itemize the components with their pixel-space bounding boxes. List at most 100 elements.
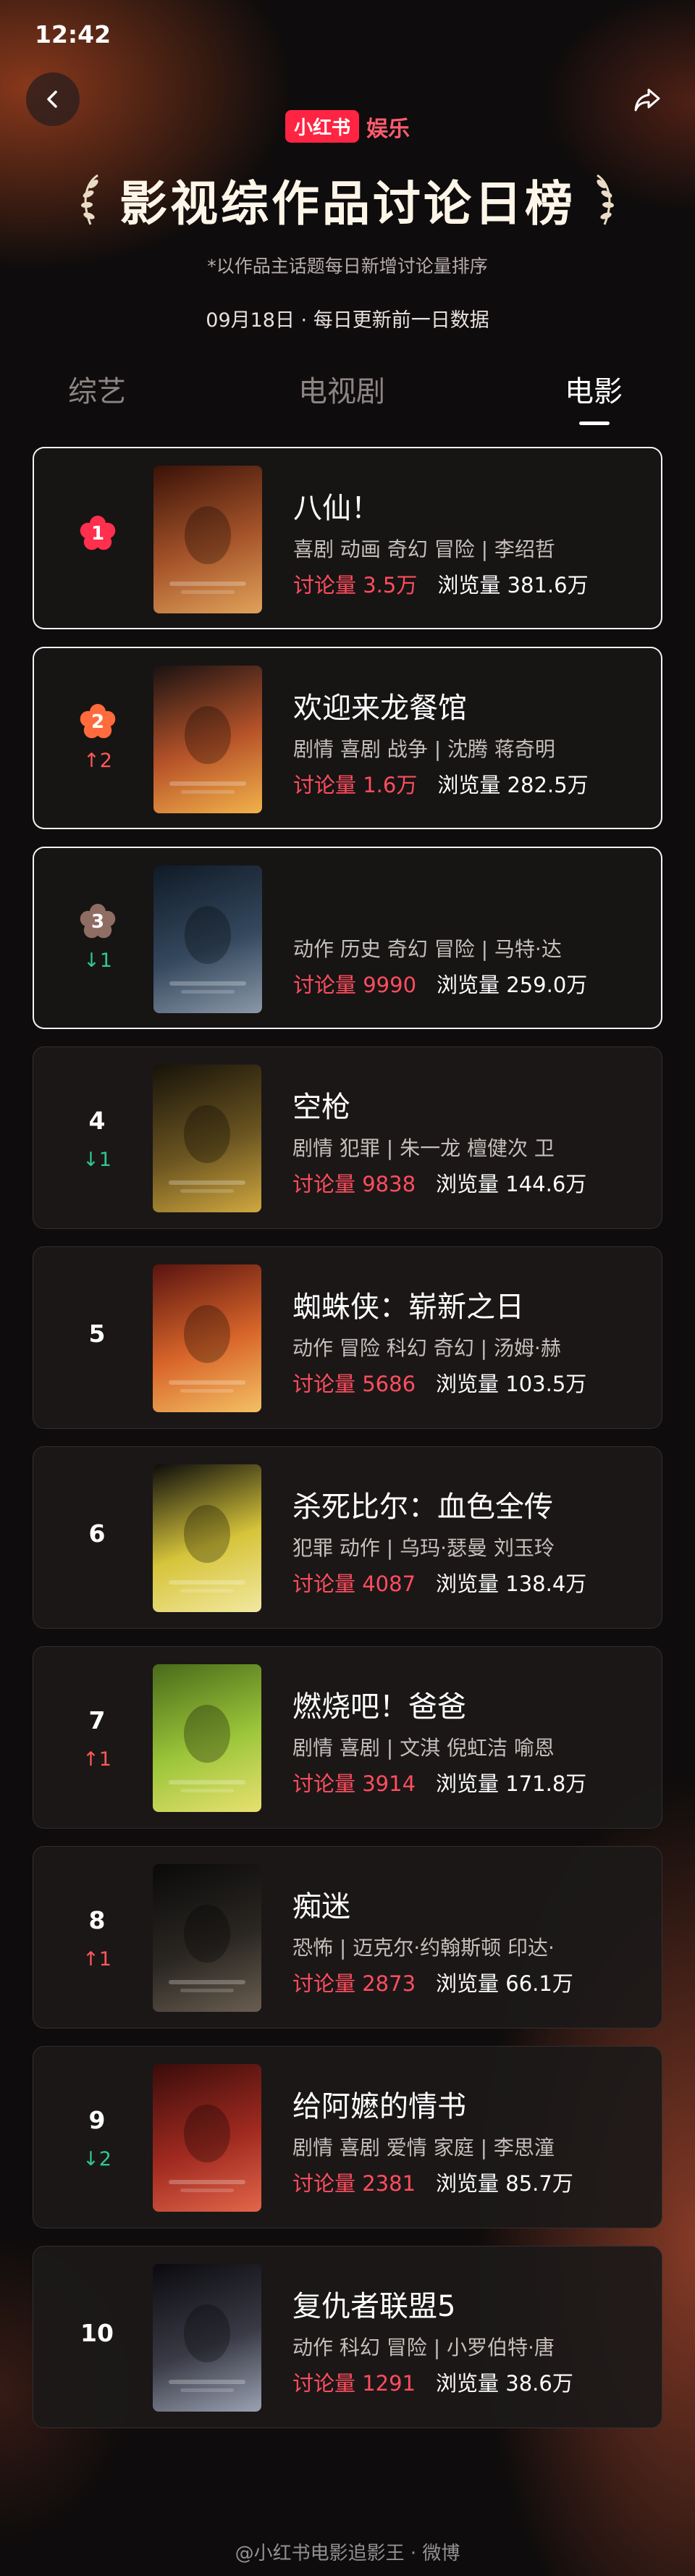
rank-number: 6 [88, 1519, 106, 1548]
movie-poster[interactable] [153, 1664, 261, 1812]
subtitle: *以作品主话题每日新增讨论量排序 [207, 256, 488, 277]
ranking-card[interactable]: 5 蜘蛛侠：崭新之日动作 冒险 科幻 奇幻 | 汤姆·赫 讨论量 5686 浏览量 1… [33, 1246, 662, 1429]
movie-poster[interactable] [153, 1864, 261, 2012]
movie-info: 杀死比尔：血色全传 犯罪 动作 | 乌玛·瑟曼 刘玉玲 讨论量 4087 浏览量 13… [292, 1447, 640, 1628]
discussion-count: 讨论量 4087 [292, 1572, 416, 1596]
rank-number: 9 [88, 2106, 106, 2134]
view-count: 浏览量 381.6万 [437, 573, 589, 597]
title-row: 影视综作品讨论日榜 [0, 165, 695, 235]
discussion-count: 讨论量 3914 [292, 1771, 416, 1796]
movie-title: 八仙！ [293, 492, 380, 525]
movie-tags: 犯罪 动作 | 乌玛·瑟曼 刘玉玲 [292, 1536, 555, 1560]
rank-change: ↑1 [83, 1948, 111, 1971]
rank-change: ↓2 [83, 2148, 111, 2170]
movie-stats: 讨论量 4087 浏览量 138.4万 [292, 1567, 586, 1598]
ranking-card[interactable]: 8 ↑1 痴迷 恐怖 | 迈克尔·约翰斯顿 印达· 讨论量 2873 浏览量 66.1万 [33, 1846, 662, 2029]
poster-art [169, 2304, 245, 2392]
poster-art [169, 1705, 245, 1792]
ranking-card[interactable]: 2 ↑2 欢迎来龙餐馆 剧情 喜剧 战争 | 沈腾 蒋奇明 讨论量 1.6万 浏览量 28… [33, 647, 662, 829]
ranking-card[interactable]: 3 ↓1 动作 历史 奇幻 冒险 | 马特·达 讨论量 9990 浏览量 259.0万 [33, 847, 662, 1029]
poster-art [169, 2105, 245, 2192]
movie-info: 复仇者联盟5 动作 科幻 冒险 | 小罗伯特·唐讨论量 1291 浏览量 38.6万 [292, 2246, 640, 2428]
movie-tags: 动作 科幻 冒险 | 小罗伯特·唐 [292, 2336, 555, 2359]
movie-title: 复仇者联盟5 [292, 2290, 456, 2323]
view-count: 浏览量 103.5万 [436, 1372, 587, 1396]
rank-column: 2 ↑2 [63, 648, 132, 828]
movie-poster[interactable] [153, 2264, 261, 2412]
movie-stats: 讨论量 9990 浏览量 259.0万 [293, 968, 587, 999]
movie-poster[interactable] [153, 466, 262, 613]
active-tab-indicator [579, 421, 610, 425]
movie-info: 蜘蛛侠：崭新之日动作 冒险 科幻 奇幻 | 汤姆·赫 讨论量 5686 浏览量 10… [292, 1247, 640, 1428]
tab-movie[interactable]: 电影 [565, 368, 623, 410]
ranking-card[interactable]: 1 八仙！ 喜剧 动画 奇幻 冒险 | 李绍哲 讨论量 3.5万 浏览量 381.6万 [33, 447, 662, 629]
ranking-card[interactable]: 10 复仇者联盟5 动作 科幻 冒险 | 小罗伯特·唐讨论量 1291 浏览量 38.… [33, 2246, 662, 2428]
movie-stats: 讨论量 2873 浏览量 66.1万 [292, 1967, 573, 1997]
movie-poster[interactable] [153, 865, 262, 1013]
movie-info: 给阿嬷的情书 剧情 喜剧 爱情 家庭 | 李思潼 讨论量 2381 浏览量 85.7万 [292, 2047, 640, 2228]
rank-column: 9 ↓2 [62, 2047, 132, 2228]
ranking-card[interactable]: 9 ↓2 给阿嬷的情书 剧情 喜剧 爱情 家庭 | 李思潼 讨论量 2381 浏览量 85… [33, 2046, 662, 2228]
tab-tv-series[interactable]: 电视剧 [298, 368, 385, 410]
poster-art [169, 1105, 245, 1193]
movie-tags: 剧情 喜剧 爱情 家庭 | 李思潼 [292, 2136, 555, 2160]
movie-poster[interactable] [153, 1464, 261, 1612]
movie-title: 空枪 [292, 1091, 350, 1124]
poster-art [169, 1905, 245, 1992]
movie-poster[interactable] [153, 1264, 261, 1412]
rank-change: ↓1 [83, 949, 112, 972]
movie-poster[interactable] [153, 666, 262, 813]
view-count: 浏览量 171.8万 [436, 1771, 587, 1796]
movie-tags: 动作 冒险 科幻 奇幻 | 汤姆·赫 [292, 1336, 561, 1360]
rank-number: 2 [90, 711, 105, 733]
discussion-count: 讨论量 1291 [292, 2371, 416, 2396]
movie-stats: 讨论量 3.5万 浏览量 381.6万 [293, 569, 589, 599]
movie-tags: 剧情 喜剧 战争 | 沈腾 蒋奇明 [293, 737, 555, 761]
view-count: 浏览量 138.4万 [436, 1572, 587, 1596]
poster-art [169, 506, 246, 594]
brand-logo: 小红书 [285, 110, 359, 143]
page-title: 影视综作品讨论日榜 [119, 176, 576, 232]
movie-poster[interactable] [153, 1065, 261, 1212]
rank-column: 10 [62, 2246, 132, 2428]
rank-column: 3 ↓1 [63, 848, 132, 1028]
poster-art [169, 1305, 245, 1393]
movie-stats: 讨论量 9838 浏览量 144.6万 [292, 1167, 586, 1198]
movie-tags: 剧情 喜剧 | 文淇 倪虹洁 喻恩 [292, 1736, 555, 1760]
laurel-left-icon [81, 174, 98, 225]
view-count: 浏览量 144.6万 [436, 1172, 587, 1196]
movie-info: 八仙！ 喜剧 动画 奇幻 冒险 | 李绍哲 讨论量 3.5万 浏览量 381.6万 [293, 448, 639, 628]
view-count: 浏览量 85.7万 [436, 2171, 573, 2196]
ranking-card[interactable]: 6 杀死比尔：血色全传 犯罪 动作 | 乌玛·瑟曼 刘玉玲 讨论量 4087 浏览量 1… [33, 1446, 662, 1629]
discussion-count: 讨论量 1.6万 [293, 773, 418, 797]
brand-header: 小红书 娱乐 [0, 110, 695, 143]
tab-variety[interactable]: 综艺 [68, 368, 126, 410]
update-date: 09月18日 · 每日更新前一日数据 [206, 309, 489, 332]
rank-column: 6 [62, 1447, 132, 1628]
rank-number: 5 [88, 1320, 106, 1348]
view-count: 浏览量 259.0万 [437, 973, 588, 997]
rank-number: 4 [88, 1107, 106, 1135]
movie-stats: 讨论量 5686 浏览量 103.5万 [292, 1367, 586, 1398]
discussion-count: 讨论量 2873 [292, 1971, 416, 1996]
watermark: @小红书电影追影王 · 微博 [235, 2543, 460, 2564]
rank-number: 7 [88, 1706, 106, 1734]
movie-stats: 讨论量 1291 浏览量 38.6万 [292, 2367, 573, 2397]
movie-title: 蜘蛛侠：崭新之日 [292, 1291, 524, 1324]
rank-change: ↓1 [83, 1149, 111, 1171]
movie-stats: 讨论量 1.6万 浏览量 282.5万 [293, 768, 589, 799]
movie-tags: 喜剧 动画 奇幻 冒险 | 李绍哲 [293, 537, 555, 561]
rank-column: 4 ↓1 [62, 1047, 132, 1228]
movie-stats: 讨论量 3914 浏览量 171.8万 [292, 1767, 586, 1797]
ranking-card[interactable]: 7 ↑1 燃烧吧！爸爸 剧情 喜剧 | 文淇 倪虹洁 喻恩 讨论量 3914 浏览量 17… [33, 1646, 662, 1829]
rank-column: 1 [63, 448, 132, 628]
rank-number: 1 [90, 523, 105, 545]
ranking-card[interactable]: 4 ↓1 空枪 剧情 犯罪 | 朱一龙 檀健次 卫讨论量 9838 浏览量 144.6万 [33, 1046, 662, 1229]
movie-poster[interactable] [153, 2064, 261, 2212]
brand-suffix: 娱乐 [366, 116, 410, 142]
discussion-count: 讨论量 9838 [292, 1172, 416, 1196]
chevron-left-icon [47, 91, 57, 108]
discussion-count: 讨论量 5686 [292, 1372, 416, 1396]
discussion-count: 讨论量 3.5万 [293, 573, 418, 597]
discussion-count: 讨论量 9990 [293, 973, 417, 997]
